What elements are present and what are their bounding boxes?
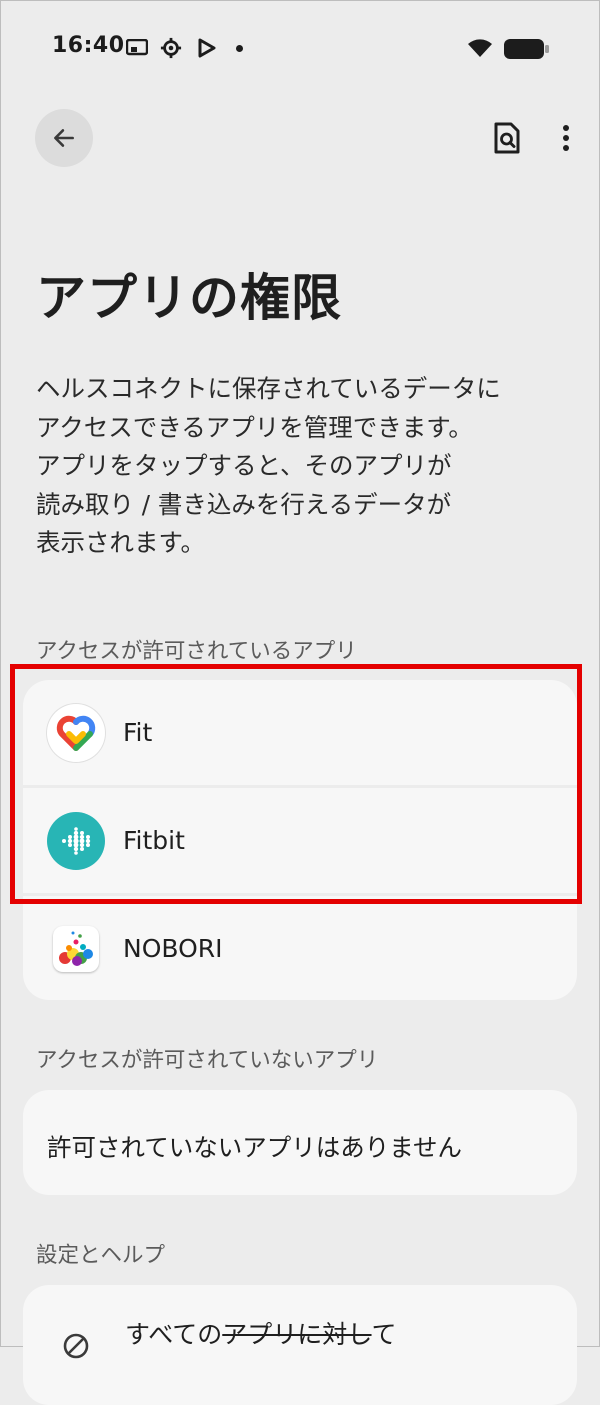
page-description: ヘルスコネクトに保存されているデータに アクセスできるアプリを管理できます。 ア… bbox=[36, 374, 501, 557]
settings-item-strike: アプリに対し bbox=[222, 1320, 372, 1349]
battery-icon bbox=[504, 39, 549, 59]
app-row-fitbit[interactable]: Fitbit bbox=[23, 788, 577, 893]
notification-dot bbox=[236, 45, 243, 52]
settings-item-label: すべてのアプリに対して bbox=[125, 1315, 397, 1351]
fitbit-icon bbox=[47, 811, 105, 870]
status-bar: 16:40 bbox=[0, 0, 600, 96]
block-icon bbox=[63, 1333, 89, 1359]
page-title: アプリの権限 bbox=[36, 269, 342, 327]
google-fit-icon bbox=[47, 703, 105, 762]
more-vert-icon[interactable] bbox=[556, 124, 576, 152]
play-store-icon bbox=[198, 38, 216, 58]
settings-icon bbox=[160, 37, 182, 59]
app-name-nobori: NOBORI bbox=[123, 934, 223, 963]
app-name-fitbit: Fitbit bbox=[123, 826, 185, 855]
app-name-fit: Fit bbox=[123, 718, 153, 747]
settings-card[interactable]: すべてのアプリに対して bbox=[23, 1285, 577, 1405]
settings-item-prefix: すべての bbox=[125, 1320, 223, 1349]
back-button[interactable] bbox=[35, 109, 93, 167]
app-row-nobori[interactable]: NOBORI bbox=[23, 896, 577, 1001]
search-document-icon[interactable] bbox=[492, 122, 522, 154]
nobori-icon bbox=[53, 925, 99, 972]
app-row-fit[interactable]: Fit bbox=[23, 680, 577, 785]
wifi-icon bbox=[468, 39, 492, 57]
cast-icon bbox=[126, 39, 148, 56]
allowed-section-header: アクセスが許可されているアプリ bbox=[36, 639, 357, 664]
settings-item-suffix: て bbox=[371, 1320, 397, 1349]
status-time: 16:40 bbox=[52, 33, 125, 58]
allowed-apps-card: Fit Fitbit NOBORI bbox=[23, 680, 577, 1000]
arrow-back-icon bbox=[54, 129, 74, 147]
empty-message: 許可されていないアプリはありません bbox=[47, 1133, 463, 1162]
not-allowed-section-header: アクセスが許可されていないアプリ bbox=[36, 1048, 379, 1073]
settings-section-header: 設定とヘルプ bbox=[36, 1243, 166, 1268]
not-allowed-card: 許可されていないアプリはありません bbox=[23, 1090, 577, 1195]
